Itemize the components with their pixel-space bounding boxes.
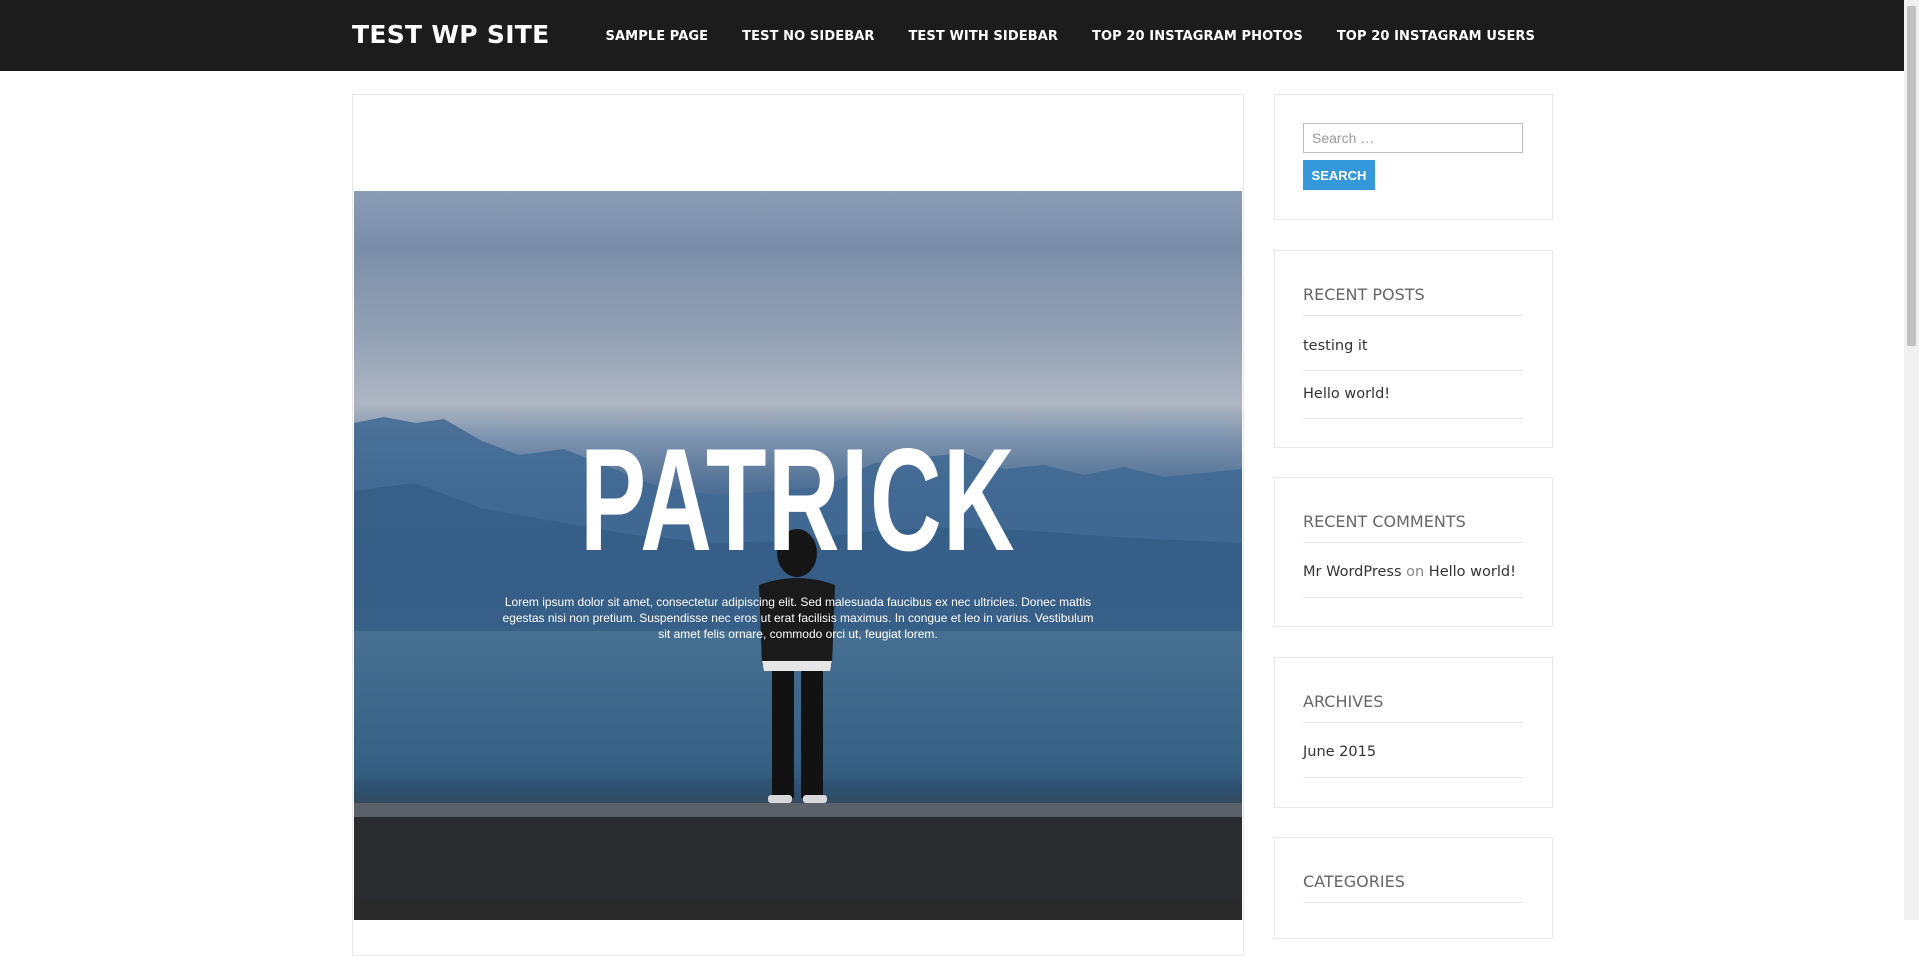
comment-on-label: on [1406,564,1425,580]
scrollbar-thumb[interactable] [1907,6,1916,346]
divider [1303,542,1523,543]
divider [1303,315,1523,316]
hero-bottom-bar [354,899,1242,920]
divider [1303,777,1523,778]
archives-widget: ARCHIVES June 2015 [1274,657,1553,808]
page-scrollbar[interactable] [1904,0,1919,920]
recent-posts-title: RECENT POSTS [1303,285,1425,304]
site-title[interactable]: TEST WP SITE [352,20,550,49]
comment-item: Mr WordPress on Hello world! [1303,564,1523,580]
hero-image: PATRICK Lorem ipsum dolor sit amet, cons… [354,191,1242,899]
hero-title: PATRICK [579,418,1017,581]
recent-post-link[interactable]: testing it [1303,338,1368,354]
divider [1303,418,1523,419]
hero-description: Lorem ipsum dolor sit amet, consectetur … [502,595,1094,641]
categories-title: CATEGORIES [1303,872,1405,891]
nav-test-with-sidebar[interactable]: TEST WITH SIDEBAR [908,29,1058,44]
categories-widget: CATEGORIES [1274,837,1553,939]
recent-post-item[interactable]: Hello world! [1303,386,1523,402]
archive-link[interactable]: June 2015 [1303,744,1376,760]
divider [1303,722,1523,723]
nav-test-no-sidebar[interactable]: TEST NO SIDEBAR [742,29,874,44]
recent-posts-widget: RECENT POSTS testing it Hello world! [1274,250,1553,448]
primary-nav: SAMPLE PAGE TEST NO SIDEBAR TEST WITH SI… [606,29,1535,44]
comment-post-link[interactable]: Hello world! [1429,564,1516,580]
search-input[interactable] [1303,123,1523,153]
archive-item[interactable]: June 2015 [1303,744,1523,760]
divider [1303,902,1523,903]
nav-sample-page[interactable]: SAMPLE PAGE [606,29,709,44]
divider [1303,370,1523,371]
archives-title: ARCHIVES [1303,692,1384,711]
nav-top-20-instagram-photos[interactable]: TOP 20 INSTAGRAM PHOTOS [1092,29,1303,44]
recent-comments-widget: RECENT COMMENTS Mr WordPress on Hello wo… [1274,477,1553,627]
site-header: TEST WP SITE SAMPLE PAGE TEST NO SIDEBAR… [0,0,1919,71]
search-button[interactable]: SEARCH [1303,160,1375,190]
nav-top-20-instagram-users[interactable]: TOP 20 INSTAGRAM USERS [1337,29,1535,44]
search-widget: SEARCH [1274,94,1553,220]
divider [1303,597,1523,598]
comment-author-link[interactable]: Mr WordPress [1303,564,1402,580]
recent-post-link[interactable]: Hello world! [1303,386,1390,402]
recent-post-item[interactable]: testing it [1303,338,1523,354]
recent-comments-title: RECENT COMMENTS [1303,512,1466,531]
